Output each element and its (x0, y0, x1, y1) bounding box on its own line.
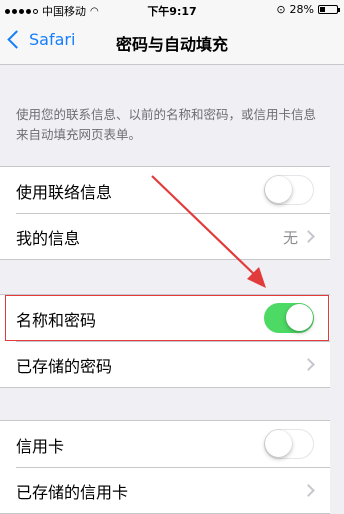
names-passwords-label: 名称和密码 (16, 311, 97, 330)
use-contact-info-toggle[interactable] (264, 175, 314, 205)
status-bar: 中国移动 ◠ 下午9:17 ⊙ 28% (0, 0, 344, 20)
contact-info-group: 使用联络信息 我的信息 无 (0, 166, 330, 260)
chevron-right-icon (302, 230, 315, 243)
saved-passwords-label: 已存储的密码 (16, 357, 113, 376)
battery-percent: 28% (289, 3, 314, 16)
my-info-row[interactable]: 我的信息 无 (0, 213, 330, 259)
my-info-label: 我的信息 (16, 229, 81, 248)
saved-credit-cards-row[interactable]: 已存储的信用卡 (0, 467, 330, 513)
battery-area: ⊙ 28% (276, 3, 340, 16)
lock-rotation-icon: ⊙ (276, 3, 286, 16)
names-passwords-group: 名称和密码 已存储的密码 (0, 294, 330, 388)
my-info-value: 无 (282, 229, 298, 247)
credit-card-row: 信用卡 (0, 421, 330, 467)
use-contact-info-label: 使用联络信息 (16, 183, 113, 202)
saved-passwords-row[interactable]: 已存储的密码 (0, 341, 330, 387)
autofill-description: 使用您的联系信息、以前的名称和密码，或信用卡信息来自动填充网页表单。 (16, 107, 317, 142)
credit-card-toggle[interactable] (264, 429, 314, 459)
navigation-bar: Safari 密码与自动填充 (0, 20, 344, 65)
screen-edge (330, 65, 344, 492)
names-passwords-row: 名称和密码 (0, 295, 330, 341)
page-title: 密码与自动填充 (115, 35, 228, 54)
names-passwords-toggle[interactable] (264, 303, 314, 333)
chevron-right-icon (302, 484, 315, 497)
credit-card-label: 信用卡 (16, 437, 65, 456)
credit-card-group: 信用卡 已存储的信用卡 (0, 420, 330, 514)
use-contact-info-row: 使用联络信息 (0, 167, 330, 213)
battery-icon (318, 5, 340, 14)
saved-credit-cards-label: 已存储的信用卡 (16, 483, 129, 502)
chevron-right-icon (302, 358, 315, 371)
